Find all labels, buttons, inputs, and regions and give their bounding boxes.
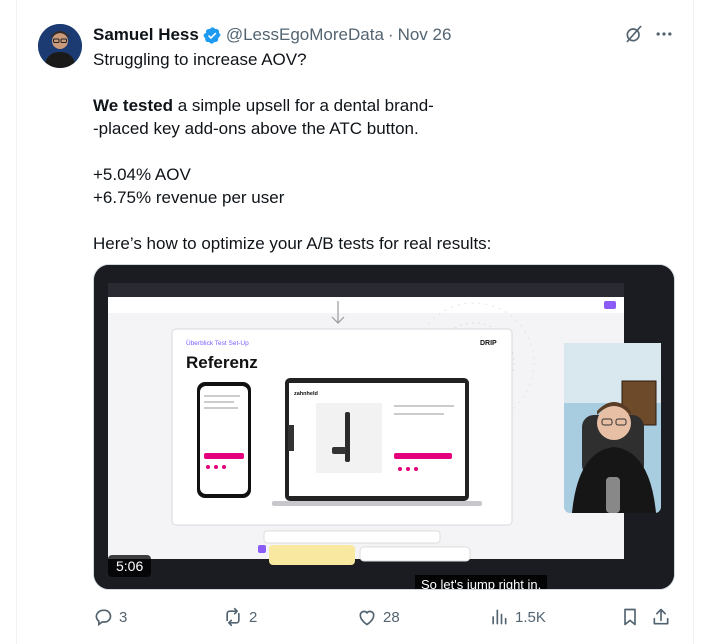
verified-badge-icon bbox=[203, 26, 221, 44]
grok-icon[interactable] bbox=[624, 24, 644, 44]
video-frame: Überblick Test Set-Up Referenz DRIP zahn… bbox=[94, 265, 674, 589]
reply-count: 3 bbox=[119, 608, 128, 626]
like-count: 28 bbox=[383, 608, 400, 626]
separator-dot: · bbox=[387, 25, 394, 44]
laptop-brand: zahnheld bbox=[294, 391, 318, 397]
tweet-line: We tested a simple upsell for a dental b… bbox=[93, 94, 673, 117]
tweet-date[interactable]: Nov 26 bbox=[398, 25, 452, 45]
repost-icon bbox=[226, 607, 240, 627]
share-button[interactable] bbox=[651, 604, 677, 630]
views-icon bbox=[492, 609, 507, 625]
repost-button[interactable]: 2 bbox=[223, 604, 257, 630]
tweet-line-text: a simple upsell for a dental brand- bbox=[173, 96, 434, 115]
repost-count: 2 bbox=[249, 608, 258, 626]
bookmark-button[interactable] bbox=[620, 604, 646, 630]
author-name[interactable]: Samuel Hess bbox=[93, 25, 199, 45]
tweet-bold-text: We tested bbox=[93, 96, 173, 115]
video-caption: So let's jump right in. bbox=[415, 575, 548, 589]
tweet-line: -placed key add-ons above the ATC button… bbox=[93, 119, 419, 138]
avatar[interactable] bbox=[38, 24, 82, 68]
more-icon[interactable] bbox=[654, 24, 674, 44]
video-player[interactable]: Überblick Test Set-Up Referenz DRIP zahn… bbox=[93, 264, 675, 590]
tweet-card[interactable]: Samuel Hess @LessEgoMoreData · Nov 26 St… bbox=[0, 0, 706, 644]
bookmark-icon bbox=[624, 608, 636, 626]
reply-icon bbox=[95, 609, 112, 627]
views-button[interactable]: 1.5K bbox=[489, 604, 546, 630]
tweet-line: Struggling to increase AOV? bbox=[93, 50, 307, 69]
views-count: 1.5K bbox=[515, 608, 546, 626]
slide-logo: DRIP bbox=[480, 340, 497, 347]
video-duration: 5:06 bbox=[108, 555, 152, 577]
slide-subtitle: Überblick Test Set-Up bbox=[186, 339, 249, 347]
tweet-line: Here’s how to optimize your A/B tests fo… bbox=[93, 234, 492, 253]
tweet-line: +6.75% revenue per user bbox=[93, 188, 285, 207]
tweet-text: Struggling to increase AOV? We tested a … bbox=[93, 48, 673, 255]
author-handle[interactable]: @LessEgoMoreData bbox=[226, 25, 384, 45]
slide-title: Referenz bbox=[186, 353, 258, 372]
like-button[interactable]: 28 bbox=[357, 604, 400, 630]
share-icon bbox=[653, 608, 669, 625]
tweet-header: Samuel Hess @LessEgoMoreData · Nov 26 bbox=[93, 24, 451, 46]
tweet-actions: 3 2 28 1.5K bbox=[93, 604, 675, 630]
reply-button[interactable]: 3 bbox=[93, 604, 127, 630]
tweet-line: +5.04% AOV bbox=[93, 165, 191, 184]
like-icon bbox=[359, 610, 375, 626]
